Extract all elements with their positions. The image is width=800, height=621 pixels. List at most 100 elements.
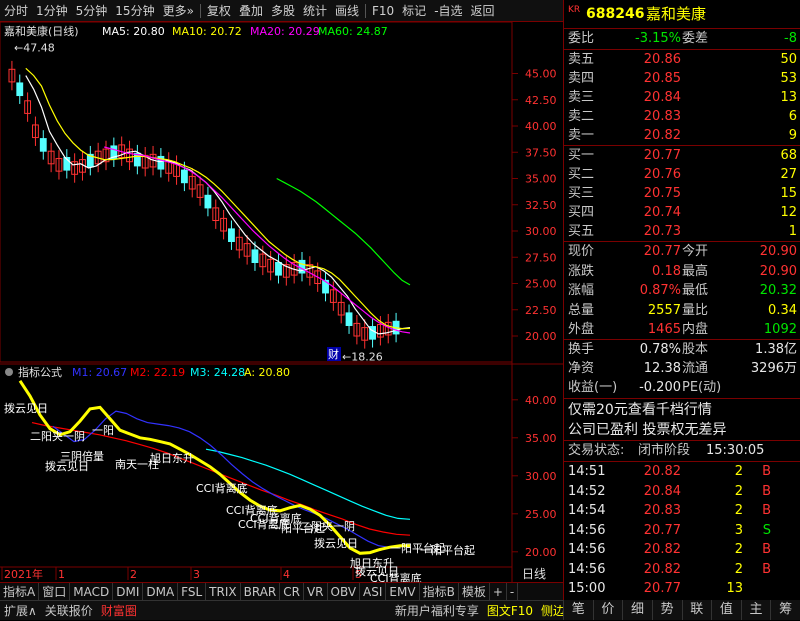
indicator-menu-icon[interactable] — [5, 368, 13, 376]
ask-label: 卖一 — [568, 128, 595, 143]
toolbar-item-1[interactable]: 1分钟 — [32, 0, 72, 22]
indicator-tab-11[interactable]: ASI — [360, 582, 387, 601]
ask-row[interactable]: 卖一 20.82 9 — [564, 127, 800, 145]
period-label: 日线 — [522, 567, 546, 581]
tick-volume: 13 — [726, 581, 743, 596]
stat-value: 20.90 — [759, 244, 797, 259]
indicator-tab-1[interactable]: 窗口 — [39, 582, 71, 601]
ask-row[interactable]: 卖五 20.86 50 — [564, 51, 800, 69]
stat2-value: 12.38 — [643, 361, 681, 376]
candle-body — [39, 138, 47, 152]
stat-row: 涨跌 0.18 最高 20.90 — [564, 263, 800, 281]
main-header-2: MA10: 20.72 — [172, 25, 242, 38]
bid-row[interactable]: 买一 20.77 68 — [564, 147, 800, 165]
tick-time: 14:51 — [568, 464, 606, 479]
indicator-tab-7[interactable]: BRAR — [241, 582, 281, 601]
ask-price: 20.84 — [643, 90, 681, 105]
indicator-tab-5[interactable]: FSL — [178, 582, 207, 601]
stat-value: 1092 — [763, 322, 797, 337]
tick-direction: B — [762, 464, 771, 479]
high-price-label: ←47.48 — [14, 41, 55, 54]
candle-body — [345, 312, 353, 326]
toolbar-item-10[interactable]: F10 — [368, 0, 398, 22]
bottom-item-4[interactable]: 图文F10 — [483, 601, 537, 621]
bid-price: 20.77 — [643, 148, 681, 163]
toolbar-item-13[interactable]: 返回 — [467, 0, 499, 22]
right-tab-7[interactable]: 筹 — [770, 600, 800, 620]
ind-y-tick: 35.00 — [525, 432, 557, 445]
trade-status: 交易状态: 闭市阶段 15:30:05 — [568, 443, 765, 458]
bid-row[interactable]: 买四 20.74 12 — [564, 204, 800, 222]
ask-label: 卖五 — [568, 52, 595, 67]
tick-volume: 2 — [734, 464, 743, 479]
ind-y-tick: 20.00 — [525, 546, 557, 559]
toolbar-item-8[interactable]: 统计 — [299, 0, 331, 22]
ask-row[interactable]: 卖四 20.85 53 — [564, 70, 800, 88]
toolbar-item-7[interactable]: 多股 — [267, 0, 299, 22]
ask-row[interactable]: 卖二 20.83 6 — [564, 108, 800, 126]
bottom-item-2[interactable]: 财富圈 — [97, 601, 141, 621]
bottom-item-0[interactable]: 扩展∧ — [0, 601, 41, 621]
toolbar-item-5[interactable]: 复权 — [203, 0, 235, 22]
toolbar-item-3[interactable]: 15分钟 — [111, 0, 158, 22]
indicator-tab-12[interactable]: EMV — [386, 582, 420, 601]
toolbar-item-6[interactable]: 叠加 — [235, 0, 267, 22]
signal-annotation: 拨云见日 — [4, 401, 48, 415]
toolbar-item-9[interactable]: 画线 — [331, 0, 363, 22]
stat-value: 20.90 — [759, 263, 797, 279]
stat-value: 20.77 — [643, 244, 681, 259]
bid-row[interactable]: 买五 20.73 1 — [564, 223, 800, 241]
right-tab-0[interactable]: 笔 — [563, 600, 593, 620]
right-tab-5[interactable]: 值 — [711, 600, 741, 620]
bottom-item-3[interactable]: 新用户福利专享 — [391, 601, 483, 621]
stat2-label: 收益(一) — [568, 380, 618, 395]
indicator-tab-10[interactable]: OBV — [328, 582, 361, 601]
tick-price: 20.83 — [643, 503, 681, 518]
tick-volume: 3 — [734, 522, 743, 538]
signal-annotation: 拨云见日 — [314, 536, 358, 550]
chart-area[interactable]: 嘉和美康(日线) MA5: 20.80 MA10: 20.72 MA20: 20.29… — [0, 21, 563, 585]
tick-price: 20.84 — [643, 483, 681, 499]
tick-time: 14:54 — [568, 503, 606, 518]
stat-label: 今开 — [682, 244, 709, 259]
indicator-tab-4[interactable]: DMA — [143, 582, 179, 601]
x-tick: 4 — [283, 568, 290, 581]
indicator-tab-8[interactable]: CR — [280, 582, 304, 601]
toolbar-item-2[interactable]: 5分钟 — [72, 0, 112, 22]
tick-row: 14:51 20.82 2 B — [564, 463, 800, 481]
company-info-line: 公司已盈利 投票权无差异 — [568, 422, 727, 438]
indicator-tab-6[interactable]: TRIX — [206, 582, 241, 601]
bid-label: 买二 — [568, 167, 595, 182]
bottom-item-1[interactable]: 关联报价 — [41, 601, 97, 621]
indicator-tab-9[interactable]: VR — [304, 582, 328, 601]
toolbar-item-4[interactable]: 更多» — [159, 0, 198, 22]
toolbar-item-11[interactable]: 标记 — [398, 0, 430, 22]
indicator-tab-14[interactable]: 模板 — [459, 582, 490, 601]
weibi-row: 委比 -3.15% 委差 -8 — [568, 31, 797, 46]
indicator-header-1: M1: 20.67 — [72, 366, 127, 379]
right-tab-1[interactable]: 价 — [592, 600, 623, 620]
promo-line[interactable]: 仅需20元查看千档行情 — [564, 401, 800, 419]
kline-chart[interactable]: 嘉和美康(日线) MA5: 20.80 MA10: 20.72 MA20: 20.29… — [0, 21, 563, 585]
ask-label: 卖四 — [568, 71, 595, 86]
right-panel-tabs: 笔价细势联值主筹 — [563, 600, 800, 620]
main-header-1: MA5: 20.80 — [102, 25, 165, 38]
indicator-tab-16[interactable]: - — [507, 582, 519, 601]
low-price-label: ←18.26 — [342, 350, 383, 363]
indicator-tab-3[interactable]: DMI — [113, 582, 144, 601]
indicator-tab-13[interactable]: 指标B — [420, 582, 459, 601]
indicator-tab-15[interactable]: + — [490, 582, 507, 601]
bid-label: 买四 — [568, 205, 595, 220]
right-tab-2[interactable]: 细 — [622, 600, 652, 620]
ask-row[interactable]: 卖三 20.84 13 — [564, 89, 800, 107]
toolbar-item-0[interactable]: 分时 — [0, 0, 32, 22]
right-tab-6[interactable]: 主 — [740, 600, 771, 620]
indicator-tab-0[interactable]: 指标A — [0, 582, 40, 601]
toolbar-item-12[interactable]: -自选 — [430, 0, 466, 22]
right-tab-3[interactable]: 势 — [651, 600, 682, 620]
right-tab-4[interactable]: 联 — [681, 600, 712, 620]
indicator-tab-2[interactable]: MACD — [70, 582, 114, 601]
ask-volume: 6 — [788, 109, 797, 124]
bid-row[interactable]: 买二 20.76 27 — [564, 166, 800, 184]
bid-row[interactable]: 买三 20.75 15 — [564, 185, 800, 203]
